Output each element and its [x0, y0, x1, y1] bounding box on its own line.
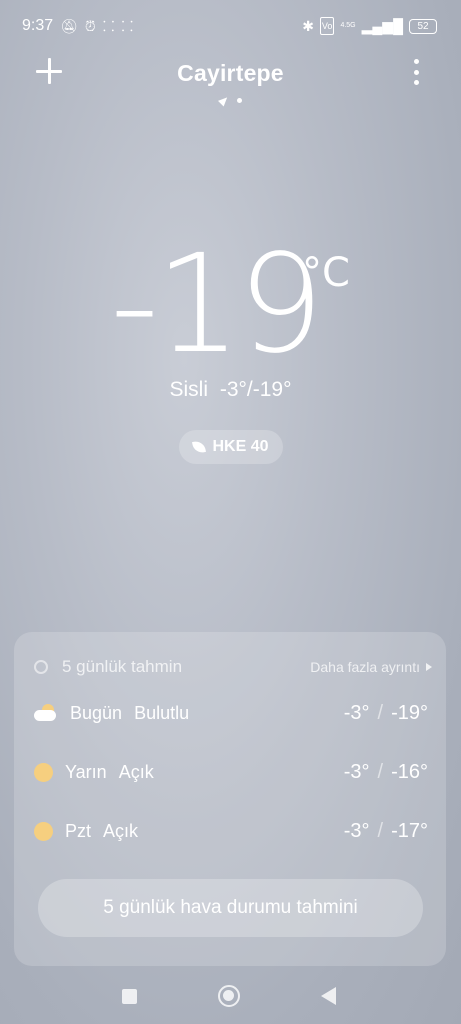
- temp-separator: /: [377, 701, 384, 724]
- home-button[interactable]: [218, 985, 240, 1007]
- temp-separator: /: [377, 819, 384, 842]
- forecast-low: -16°: [391, 760, 428, 783]
- sun-icon: [34, 821, 53, 841]
- high-low-text: -3°/-19°: [219, 378, 292, 401]
- temp-separator: /: [377, 760, 384, 783]
- muted-bell-icon: 🔕︎: [60, 18, 78, 34]
- forecast-temps: -3° / -19°: [344, 702, 428, 725]
- temperature-unit: °C: [302, 250, 350, 296]
- forecast-temps: -3° / -16°: [344, 761, 428, 784]
- sun-icon: [34, 762, 53, 782]
- more-options-button[interactable]: [410, 59, 422, 85]
- aqi-label: HKE 40: [212, 438, 269, 455]
- page-indicator: [0, 94, 461, 107]
- city-name: Cayirtepe: [177, 60, 284, 86]
- top-bar: Cayirtepe: [0, 55, 461, 95]
- forecast-title: 5 günlük tahmin: [62, 657, 183, 676]
- forecast-condition: Açık: [103, 820, 139, 841]
- bluetooth-icon: ✱: [302, 18, 314, 34]
- system-nav-bar: [0, 975, 461, 1019]
- forecast-day: Bugün: [70, 702, 123, 723]
- step-icon: ⸬: [102, 18, 115, 34]
- forecast-card-header: 5 günlük tahmin Daha fazla ayrıntı: [34, 656, 432, 678]
- location-arrow-icon: [217, 94, 230, 107]
- forecast-row[interactable]: Bugün Bulutlu -3° / -19°: [34, 699, 428, 727]
- page-dot: [236, 98, 242, 103]
- more-details-link[interactable]: Daha fazla ayrıntı: [310, 659, 432, 675]
- back-button[interactable]: [321, 987, 336, 1005]
- menu-dot: [413, 80, 419, 85]
- menu-dot: [413, 69, 419, 75]
- menu-dot: [413, 59, 419, 64]
- status-left: 9:37 🔕︎ ⏰︎ ⸬ ⸬: [22, 17, 133, 35]
- cloud-sun-icon: [34, 703, 58, 723]
- temperature-value: -19: [110, 226, 324, 384]
- forecast-day: Yarın: [65, 761, 107, 782]
- five-day-forecast-button[interactable]: 5 günlük hava durumu tahmini: [38, 879, 423, 937]
- forecast-high: -3°: [343, 701, 370, 724]
- alarm-icon: ⏰︎: [84, 18, 96, 34]
- status-right: ✱ Vo 4.5G ▂▄▆█ 52: [302, 17, 437, 35]
- forecast-low: -17°: [391, 819, 428, 842]
- signal-icon: ▂▄▆█: [361, 18, 403, 34]
- forecast-high: -3°: [343, 819, 370, 842]
- calendar-icon: [34, 660, 48, 674]
- forecast-row[interactable]: Yarın Açık -3° / -16°: [34, 758, 428, 786]
- chevron-right-icon: [426, 663, 432, 671]
- status-bar: 9:37 🔕︎ ⏰︎ ⸬ ⸬ ✱ Vo 4.5G ▂▄▆█ 52: [0, 0, 461, 52]
- leaf-icon: [192, 440, 207, 454]
- air-quality-badge[interactable]: HKE 40: [179, 430, 283, 464]
- forecast-day: Pzt: [65, 820, 92, 841]
- forecast-row-left: Bugün Bulutlu: [34, 703, 189, 724]
- forecast-row-left: Yarın Açık: [34, 762, 154, 783]
- condition-line: Sisli -3°/-19°: [0, 378, 461, 402]
- forecast-row[interactable]: Pzt Açık -3° / -17°: [34, 817, 428, 845]
- forecast-temps: -3° / -17°: [344, 820, 428, 843]
- current-temperature: -19 °C: [0, 230, 461, 380]
- condition-text: Sisli: [169, 378, 208, 401]
- more-details-label: Daha fazla ayrıntı: [310, 659, 420, 675]
- forecast-low: -19°: [391, 701, 428, 724]
- status-time: 9:37: [22, 17, 54, 34]
- recents-button[interactable]: [122, 989, 137, 1004]
- network-type: 4.5G: [340, 22, 356, 29]
- forecast-high: -3°: [343, 760, 370, 783]
- forecast-condition: Bulutlu: [134, 702, 190, 723]
- step-icon: ⸬: [121, 18, 134, 34]
- volte-icon: Vo: [319, 17, 335, 35]
- forecast-row-left: Pzt Açık: [34, 821, 138, 842]
- forecast-title-group: 5 günlük tahmin: [34, 657, 182, 677]
- forecast-condition: Açık: [118, 761, 154, 782]
- battery-indicator: 52: [409, 18, 437, 34]
